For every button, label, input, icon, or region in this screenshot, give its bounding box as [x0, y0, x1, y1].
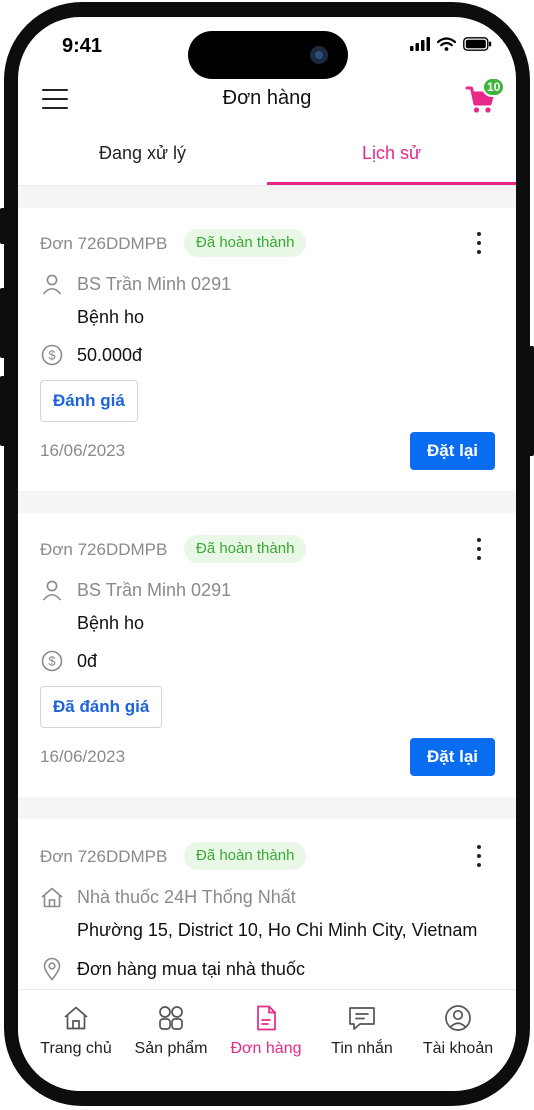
app-header: Đơn hàng 10 [18, 77, 516, 121]
tab-history[interactable]: Lịch sử [267, 143, 516, 164]
order-number: Đơn 726DDMPB [40, 540, 168, 559]
nav-home-label: Trang chủ [40, 1040, 112, 1057]
purchase-note-row: Đơn hàng mua tại nhà thuốc [40, 957, 305, 981]
nav-home[interactable]: Trang chủ [26, 1002, 126, 1058]
phone-volume-up [0, 288, 6, 358]
order-amount: 0đ [77, 650, 98, 671]
page-title: Đơn hàng [222, 87, 312, 109]
battery-icon [463, 37, 492, 51]
status-badge: Đã hoàn thành [184, 229, 307, 257]
doctor-row: BS Trần Minh 0291 [40, 272, 231, 296]
more-options-icon[interactable] [472, 845, 486, 871]
nav-messages-label: Tin nhắn [331, 1040, 393, 1057]
phone-power-button [528, 346, 534, 456]
nav-messages[interactable]: Tin nhắn [312, 1002, 412, 1058]
pharmacy-row: Nhà thuốc 24H Thống Nhất [40, 885, 296, 909]
order-date: 16/06/2023 [40, 441, 126, 460]
nav-account-label: Tài khoản [422, 1040, 494, 1057]
order-number: Đơn 726DDMPB [40, 234, 168, 253]
location-pin-icon [40, 957, 64, 981]
reorder-button[interactable]: Đặt lại [410, 738, 495, 776]
reviewed-button[interactable]: Đã đánh giá [40, 686, 163, 728]
doctor-row: BS Trần Minh 0291 [40, 578, 231, 602]
order-number: Đơn 726DDMPB [40, 847, 168, 866]
nav-orders[interactable]: Đơn hàng [216, 1002, 316, 1058]
tab-processing[interactable]: Đang xử lý [18, 143, 267, 164]
doctor-name: BS Trần Minh 0291 [77, 273, 232, 294]
svg-text:$: $ [48, 654, 56, 669]
pharmacy-name: Nhà thuốc 24H Thống Nhất [77, 886, 296, 907]
user-circle-icon [445, 1005, 471, 1031]
document-icon [257, 1005, 276, 1031]
reorder-button[interactable]: Đặt lại [410, 432, 495, 470]
status-time: 9:41 [62, 35, 103, 57]
signal-icon [410, 37, 430, 51]
diagnosis: Bệnh ho [77, 613, 145, 633]
nav-products-label: Sản phẩm [134, 1040, 208, 1057]
active-tab-indicator [267, 182, 516, 185]
nav-products[interactable]: Sản phẩm [121, 1002, 221, 1058]
purchase-note: Đơn hàng mua tại nhà thuốc [77, 958, 305, 979]
app-screen: 9:41 Đơn hàng 10 Đang xử lý Lịch sử Đơn … [18, 17, 516, 1091]
phone-mockup: 9:41 Đơn hàng 10 Đang xử lý Lịch sử Đơn … [0, 0, 534, 1110]
order-date: 16/06/2023 [40, 747, 126, 766]
more-options-icon[interactable] [472, 232, 486, 258]
amount-row: $ 0đ [40, 649, 97, 673]
status-badge: Đã hoàn thành [184, 535, 307, 563]
order-tabs: Đang xử lý Lịch sử [18, 129, 516, 186]
phone-volume-down [0, 376, 6, 446]
dollar-icon: $ [40, 649, 64, 673]
section-divider [18, 491, 516, 513]
nav-account[interactable]: Tài khoản [408, 1002, 508, 1058]
status-badge: Đã hoàn thành [184, 842, 307, 870]
order-amount: 50.000đ [77, 344, 143, 365]
doctor-name: BS Trần Minh 0291 [77, 579, 232, 600]
pharmacy-address: Phường 15, District 10, Ho Chi Minh City… [77, 920, 478, 940]
user-icon [40, 578, 64, 602]
dynamic-island [188, 31, 348, 79]
diagnosis: Bệnh ho [77, 307, 145, 327]
grid-icon [159, 1006, 183, 1030]
store-icon [40, 885, 64, 909]
wifi-icon [437, 37, 456, 51]
section-divider [18, 186, 516, 208]
phone-side-button [0, 208, 6, 244]
camera-icon [310, 46, 328, 64]
amount-row: $ 50.000đ [40, 343, 142, 367]
chat-icon [349, 1007, 375, 1030]
user-icon [40, 272, 64, 296]
svg-text:$: $ [48, 348, 56, 363]
cart-badge: 10 [482, 77, 506, 97]
bottom-navigation: Trang chủ Sản phẩm Đơn hàng Tin nhắn Tài… [18, 989, 516, 1091]
nav-orders-label: Đơn hàng [230, 1040, 302, 1057]
review-button[interactable]: Đánh giá [40, 380, 138, 422]
more-options-icon[interactable] [472, 538, 486, 564]
status-icons [410, 37, 492, 51]
section-divider [18, 797, 516, 819]
dollar-icon: $ [40, 343, 64, 367]
home-icon [64, 1006, 88, 1030]
